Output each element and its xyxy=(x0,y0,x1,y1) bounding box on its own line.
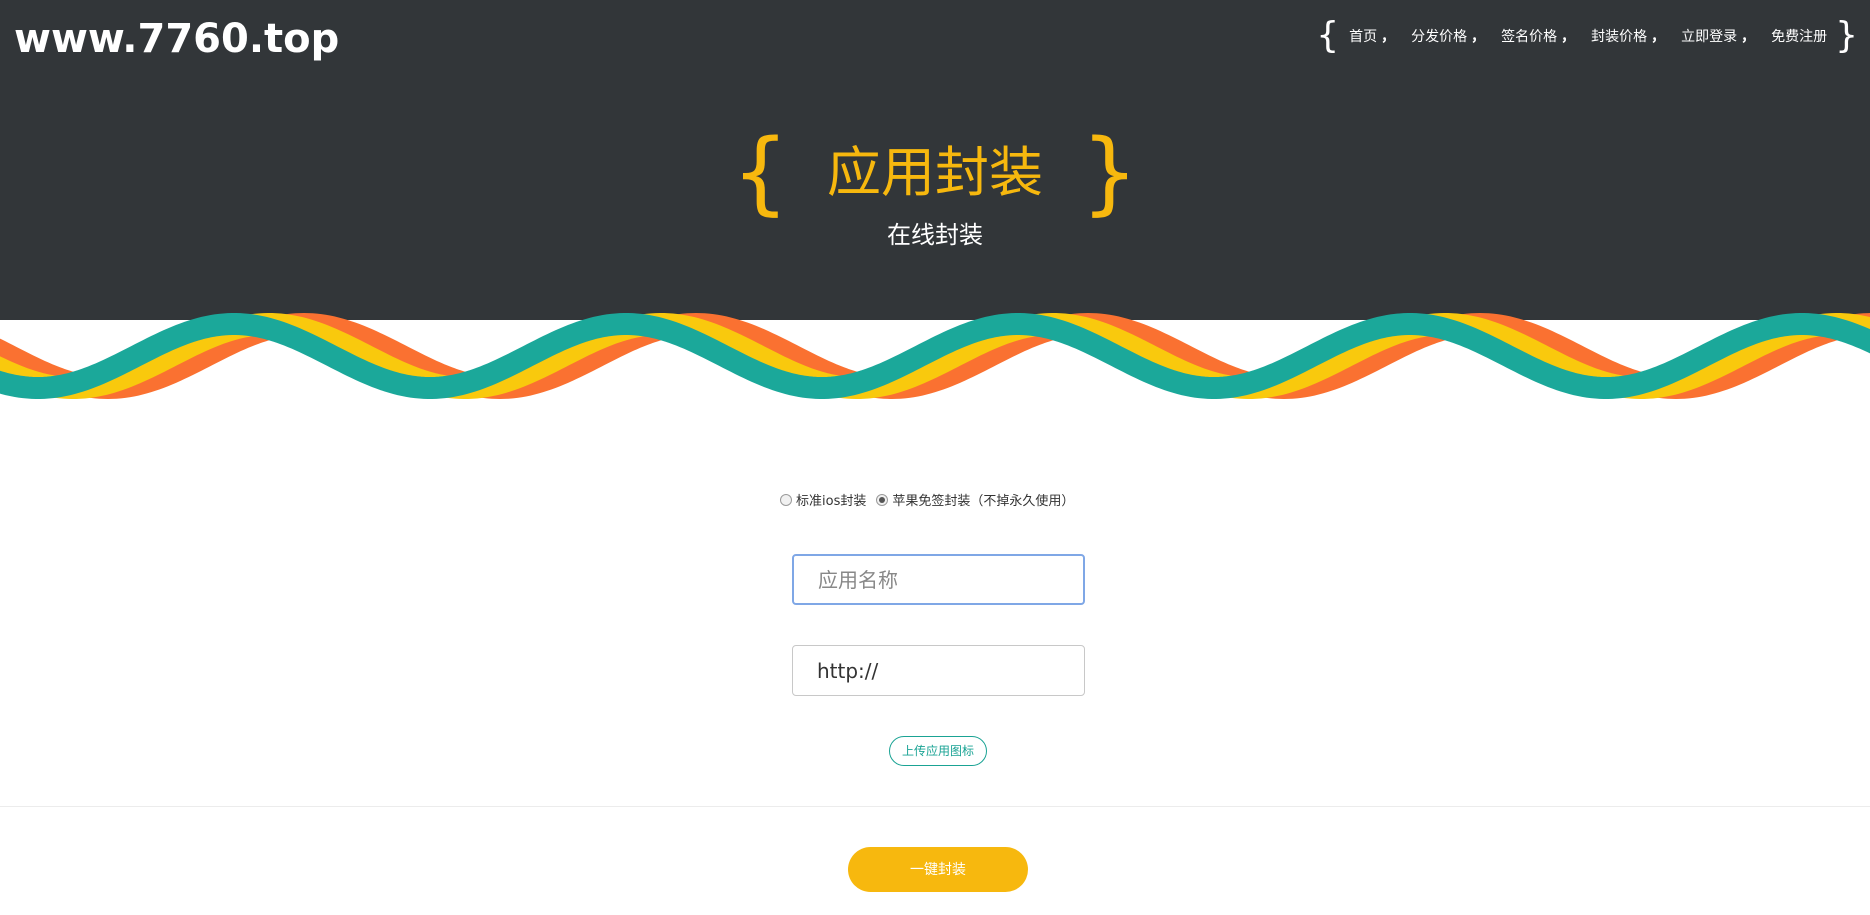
app-url-input[interactable] xyxy=(792,645,1085,696)
radio-standard-ios-label[interactable]: 标准ios封装 xyxy=(796,490,866,509)
hero-title: 应用封装 xyxy=(827,141,1043,204)
nav-close-brace: } xyxy=(1835,15,1858,56)
radio-standard-ios[interactable] xyxy=(780,493,792,506)
nav-item-home[interactable]: 首页 xyxy=(1339,26,1385,46)
nav-item-register[interactable]: 免费注册 xyxy=(1761,26,1835,46)
nav-separator: ， xyxy=(1471,29,1486,45)
app-name-input[interactable] xyxy=(792,554,1085,605)
site-logo[interactable]: www.7760.top xyxy=(14,16,339,62)
nav-separator: ， xyxy=(1651,29,1666,45)
nav-item-signing-price[interactable]: 签名价格 xyxy=(1491,26,1565,46)
hero-title-wrap: { 应用封装 } xyxy=(0,128,1870,218)
nav-item-login[interactable]: 立即登录 xyxy=(1671,26,1745,46)
section-divider xyxy=(0,806,1870,807)
nav-item-packaging-price[interactable]: 封装价格 xyxy=(1581,26,1655,46)
nav-item-distribution-price[interactable]: 分发价格 xyxy=(1401,26,1475,46)
page: www.7760.top { 首页 ， 分发价格 ， 签名价格 ， 封装价格 ，… xyxy=(0,0,1870,915)
hero-subtitle: 在线封装 xyxy=(887,221,983,249)
wrap-type-radio-group: 标准ios封装 苹果免签封装（不掉永久使用） xyxy=(780,490,1084,509)
radio-apple-free-sign[interactable] xyxy=(876,493,889,506)
upload-icon-button[interactable]: 上传应用图标 xyxy=(889,736,987,766)
top-nav: { 首页 ， 分发价格 ， 签名价格 ， 封装价格 ， 立即登录 ， 免费注册 … xyxy=(1316,18,1858,54)
radio-apple-free-sign-label[interactable]: 苹果免签封装（不掉永久使用） xyxy=(892,490,1074,509)
hero-close-brace: } xyxy=(1081,120,1139,225)
nav-open-brace: { xyxy=(1316,15,1340,56)
nav-separator: ， xyxy=(1561,29,1576,45)
one-click-wrap-button[interactable]: 一键封装 xyxy=(848,847,1028,892)
header: www.7760.top { 首页 ， 分发价格 ， 签名价格 ， 封装价格 ，… xyxy=(0,0,1870,320)
hero-open-brace: { xyxy=(731,120,789,225)
nav-separator: ， xyxy=(1741,29,1756,45)
decorative-waves xyxy=(0,312,1870,400)
nav-separator: ， xyxy=(1381,29,1396,45)
